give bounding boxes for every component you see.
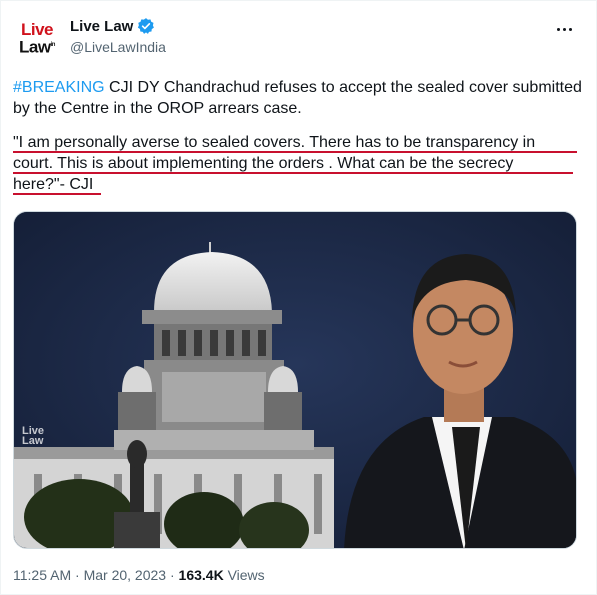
tweet-meta: 11:25 AM · Mar 20, 2023 · 163.4K Views — [13, 567, 265, 583]
tweet-headline: #BREAKING CJI DY Chandrachud refuses to … — [13, 77, 588, 119]
quote-line-3: here?"- CJI — [13, 176, 94, 193]
tweet-quote: "I am personally averse to sealed covers… — [13, 132, 588, 195]
tweet-date[interactable]: Mar 20, 2023 — [84, 567, 167, 583]
image-watermark: Live Law — [22, 425, 45, 447]
quote-underline-3 — [13, 193, 101, 195]
author-name[interactable]: Live Law — [70, 18, 133, 35]
hashtag-link[interactable]: #BREAKING — [13, 79, 105, 96]
logo-law-text: Lawin — [19, 37, 55, 57]
tweet-image[interactable]: Live Law — [13, 211, 577, 549]
quote-line-1: "I am personally averse to sealed covers… — [13, 134, 536, 151]
court-photo-illustration — [14, 212, 576, 548]
author-name-row: Live Law — [70, 17, 155, 35]
verified-badge-icon — [138, 18, 155, 34]
tweet-text: #BREAKING CJI DY Chandrachud refuses to … — [13, 77, 588, 195]
avatar[interactable]: Live Lawin — [13, 15, 61, 63]
quote-underline-1 — [13, 151, 577, 153]
author-handle[interactable]: @LiveLawIndia — [70, 39, 166, 55]
quote-underline-2 — [13, 172, 573, 174]
tweet-card: Live Lawin Live Law @LiveLawIndia #BREAK… — [0, 0, 597, 595]
logo-live-text: Live — [20, 20, 54, 40]
more-options-icon[interactable] — [554, 19, 574, 39]
quote-line-2: court. This is about implementing the or… — [13, 155, 514, 172]
views-label: Views — [223, 567, 265, 583]
tweet-time[interactable]: 11:25 AM — [13, 567, 71, 583]
views-count: 163.4K — [178, 567, 224, 583]
